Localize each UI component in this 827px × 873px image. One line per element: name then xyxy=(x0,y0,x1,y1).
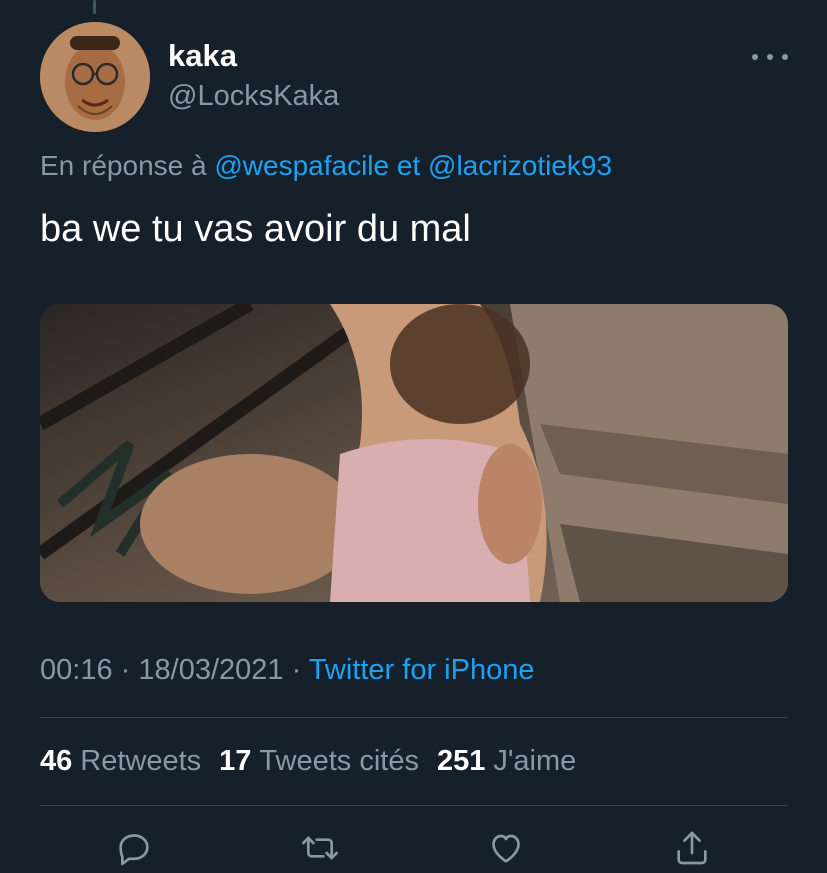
heart-icon xyxy=(492,834,520,863)
tweet-text: ba we tu vas avoir du mal xyxy=(40,208,471,250)
tweet-media-image[interactable] xyxy=(40,304,788,602)
like-button[interactable] xyxy=(484,826,528,870)
quotes-label: Tweets cités xyxy=(259,745,419,777)
retweets-stat[interactable]: 46 Retweets xyxy=(40,745,201,778)
tweet-meta: 00:16 · 18/03/2021 · Twitter for iPhone xyxy=(40,654,534,687)
tweet-date: 18/03/2021 xyxy=(138,654,284,686)
likes-label: J'aime xyxy=(493,745,577,777)
retweets-label: Retweets xyxy=(80,745,202,777)
tweet-stats: 46 Retweets 17 Tweets cités 251 J'aime xyxy=(40,745,576,778)
avatar[interactable] xyxy=(40,22,150,132)
reply-mention-2[interactable]: @lacrizotiek93 xyxy=(428,150,612,181)
meta-separator-1: · xyxy=(120,654,131,686)
reply-mention-1[interactable]: @wespafacile xyxy=(214,150,389,181)
reply-joiner: et xyxy=(396,150,421,181)
author-handle[interactable]: @LocksKaka xyxy=(168,80,339,113)
tweet-source-link[interactable]: Twitter for iPhone xyxy=(309,654,535,686)
quotes-count: 17 xyxy=(219,745,252,777)
reply-bubble-icon xyxy=(119,834,149,866)
retweets-count: 46 xyxy=(40,745,73,777)
avatar-image xyxy=(40,22,150,132)
share-icon xyxy=(677,831,707,865)
divider-top xyxy=(40,717,788,718)
divider-bottom xyxy=(40,805,788,806)
likes-count: 251 xyxy=(436,745,486,777)
retweet-button[interactable] xyxy=(298,826,342,870)
meta-separator-2: · xyxy=(291,654,302,686)
thread-connector-line xyxy=(93,0,96,14)
author-name[interactable]: kaka xyxy=(168,38,237,74)
likes-stat[interactable]: 251 J'aime xyxy=(437,745,576,778)
reply-context: En réponse à @wespafacile et @lacrizotie… xyxy=(40,150,612,182)
reply-prefix: En réponse à xyxy=(40,150,207,181)
retweet-icon xyxy=(302,836,338,860)
tweet-time: 00:16 xyxy=(40,654,113,686)
share-button[interactable] xyxy=(670,826,714,870)
more-dots-icon[interactable] xyxy=(752,48,788,66)
action-bar xyxy=(40,826,788,873)
quotes-stat[interactable]: 17 Tweets cités xyxy=(219,745,419,778)
reply-button[interactable] xyxy=(112,826,156,870)
